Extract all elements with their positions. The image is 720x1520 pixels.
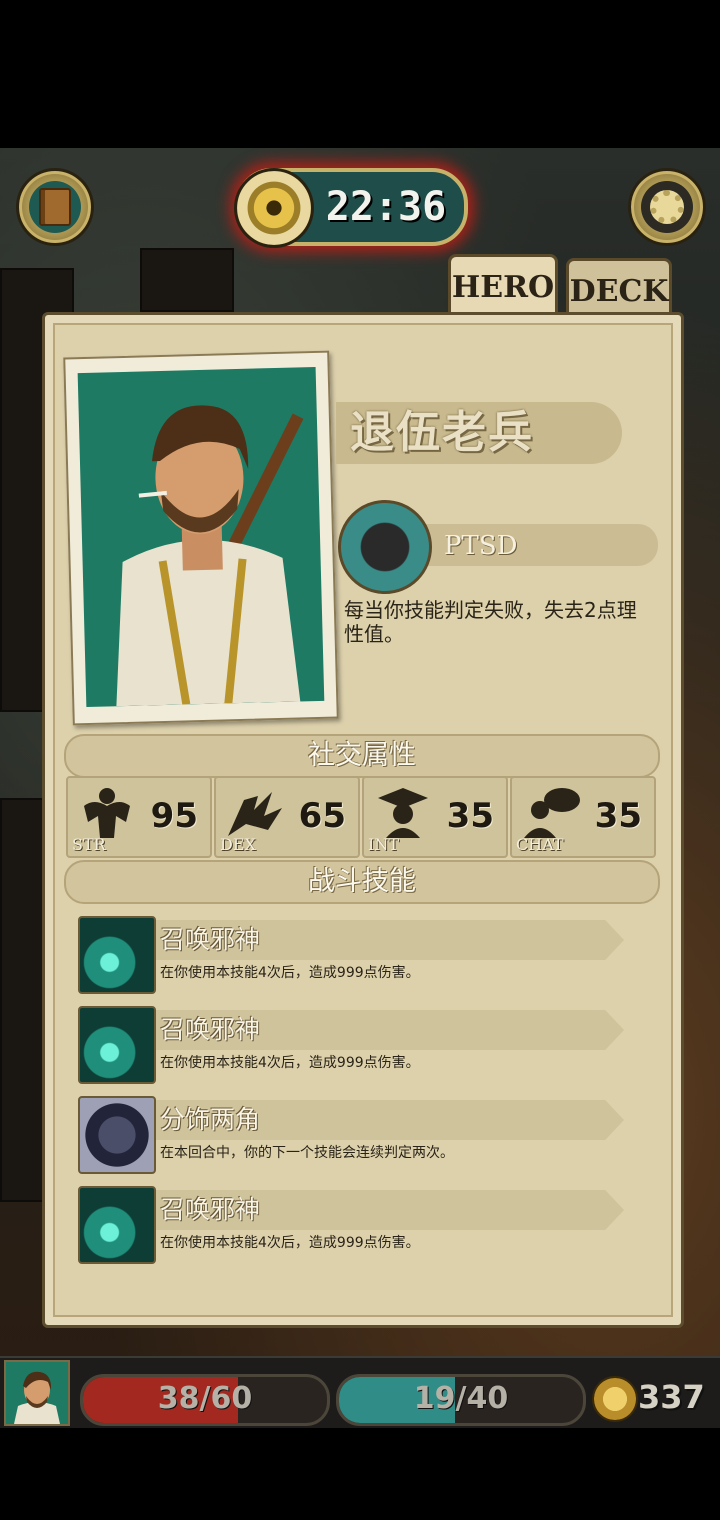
stat-value: 35	[594, 796, 642, 836]
ptsd-trait-icon	[338, 500, 432, 594]
timer-text: 22:36	[325, 184, 447, 230]
trait-name: PTSD	[444, 531, 518, 561]
strength-icon	[84, 788, 130, 838]
timer-display: 22:36	[234, 168, 468, 248]
journal-button[interactable]	[16, 168, 94, 246]
summon-evil-god-icon	[78, 1186, 156, 1264]
hero-portrait	[77, 366, 325, 708]
settings-button[interactable]	[628, 168, 706, 246]
skills-header: 战斗技能	[64, 860, 660, 904]
stat-label: CHAT	[516, 835, 564, 854]
skill-description: 在你使用本技能4次后，造成999点伤害。	[160, 1055, 420, 1071]
navigation-area	[0, 1428, 720, 1520]
eye-icon	[234, 168, 314, 248]
skill-description: 在你使用本技能4次后，造成999点伤害。	[160, 965, 420, 981]
attributes-header: 社交属性	[64, 734, 660, 778]
book-icon	[29, 181, 81, 233]
skill-description: 在本回合中，你的下一个技能会连续判定两次。	[160, 1145, 454, 1161]
sanity-text: 19/40	[413, 1381, 509, 1416]
stat-label: DEX	[220, 835, 256, 854]
stat-value: 95	[150, 796, 198, 836]
stat-chat: CHAT 35	[510, 776, 656, 858]
health-gauge: 38/60	[80, 1374, 330, 1426]
summon-evil-god-icon	[78, 916, 156, 994]
hero-name: 退伍老兵	[350, 407, 534, 458]
dexterity-icon	[228, 792, 282, 836]
status-bar-area	[0, 0, 720, 148]
coin-icon	[592, 1376, 638, 1422]
dual-role-icon	[78, 1096, 156, 1174]
skill-card[interactable]: 召唤邪神 在你使用本技能4次后，造成999点伤害。	[74, 1004, 638, 1084]
skill-name: 分饰两角	[160, 1105, 261, 1134]
coin-count: 337	[638, 1378, 705, 1416]
stat-str: STR 95	[66, 776, 212, 858]
skill-name: 召唤邪神	[160, 1195, 261, 1224]
stat-value: 65	[298, 796, 346, 836]
tab-hero[interactable]: HERO	[448, 254, 558, 317]
trait-description: 每当你技能判定失败，失去2点理性值。	[344, 598, 637, 646]
skill-card[interactable]: 召唤邪神 在你使用本技能4次后，造成999点伤害。	[74, 914, 638, 994]
skill-description: 在你使用本技能4次后，造成999点伤害。	[160, 1235, 420, 1251]
stat-label: INT	[368, 835, 399, 854]
stat-value: 35	[446, 796, 494, 836]
skill-name: 召唤邪神	[160, 925, 261, 954]
gear-icon	[641, 181, 693, 233]
summon-evil-god-icon	[78, 1006, 156, 1084]
skill-name: 召唤邪神	[160, 1015, 261, 1044]
skill-card[interactable]: 分饰两角 在本回合中，你的下一个技能会连续判定两次。	[74, 1094, 638, 1174]
stat-int: INT 35	[362, 776, 508, 858]
hero-avatar[interactable]	[4, 1360, 70, 1426]
sanity-gauge: 19/40	[336, 1374, 586, 1426]
stat-dex: DEX 65	[214, 776, 360, 858]
graduation-cap-icon	[378, 788, 428, 838]
hero-portrait-frame	[63, 350, 339, 726]
skill-card[interactable]: 召唤邪神 在你使用本技能4次后，造成999点伤害。	[74, 1184, 638, 1264]
speech-bubble-icon	[524, 788, 580, 838]
health-text: 38/60	[157, 1381, 253, 1416]
stat-label: STR	[72, 835, 106, 854]
